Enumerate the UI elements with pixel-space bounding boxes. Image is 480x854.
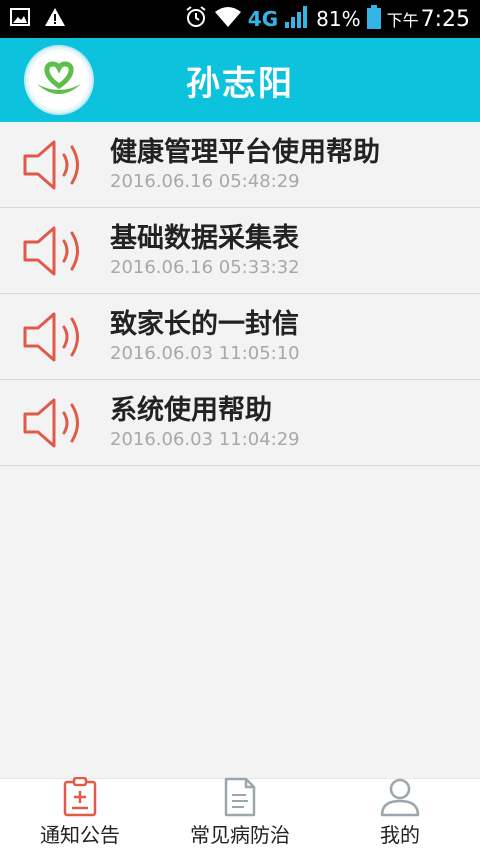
notice-title: 致家长的一封信 <box>110 308 299 340</box>
tab-disease-prevention[interactable]: 常见病防治 <box>160 777 320 854</box>
wifi-icon <box>214 6 242 33</box>
user-icon <box>380 777 420 817</box>
image-notification-icon <box>10 8 30 30</box>
page-title: 孙志阳 <box>186 63 294 104</box>
notice-title: 系统使用帮助 <box>110 394 272 426</box>
list-item[interactable]: 致家长的一封信 2016.06.03 11:05:10 <box>0 294 480 380</box>
warning-icon <box>44 7 66 31</box>
speaker-icon <box>0 294 110 380</box>
speaker-icon <box>0 380 110 466</box>
list-item[interactable]: 健康管理平台使用帮助 2016.06.16 05:48:29 <box>0 122 480 208</box>
notice-timestamp: 2016.06.16 05:33:32 <box>110 256 300 278</box>
notice-title: 基础数据采集表 <box>110 222 299 254</box>
clipboard-icon <box>63 777 97 817</box>
document-icon <box>224 777 256 817</box>
tab-mine[interactable]: 我的 <box>320 777 480 854</box>
list-item[interactable]: 系统使用帮助 2016.06.03 11:04:29 <box>0 380 480 466</box>
notice-list: 健康管理平台使用帮助 2016.06.16 05:48:29 基础数据采集表 2… <box>0 122 480 466</box>
heart-hands-logo-icon[interactable] <box>26 47 92 113</box>
signal-icon <box>284 5 310 34</box>
notice-timestamp: 2016.06.03 11:05:10 <box>110 342 300 364</box>
status-bar: 4G 81% 下午7:25 <box>0 0 480 38</box>
tab-label: 通知公告 <box>40 823 120 847</box>
alarm-icon <box>184 5 208 34</box>
speaker-icon <box>0 208 110 294</box>
clock: 下午7:25 <box>386 6 470 32</box>
bottom-tab-bar: 通知公告 常见病防治 我的 <box>0 777 480 854</box>
notice-timestamp: 2016.06.16 05:48:29 <box>110 170 300 192</box>
tab-label: 常见病防治 <box>190 823 290 847</box>
list-item[interactable]: 基础数据采集表 2016.06.16 05:33:32 <box>0 208 480 294</box>
app-header: 孙志阳 <box>0 38 480 122</box>
tab-label: 我的 <box>380 823 420 847</box>
network-type: 4G <box>247 7 279 31</box>
tab-notices[interactable]: 通知公告 <box>0 777 160 854</box>
notice-title: 健康管理平台使用帮助 <box>110 136 380 168</box>
battery-percent: 81% <box>316 7 361 31</box>
speaker-icon <box>0 122 110 208</box>
battery-icon <box>366 4 381 34</box>
notice-timestamp: 2016.06.03 11:04:29 <box>110 428 300 450</box>
